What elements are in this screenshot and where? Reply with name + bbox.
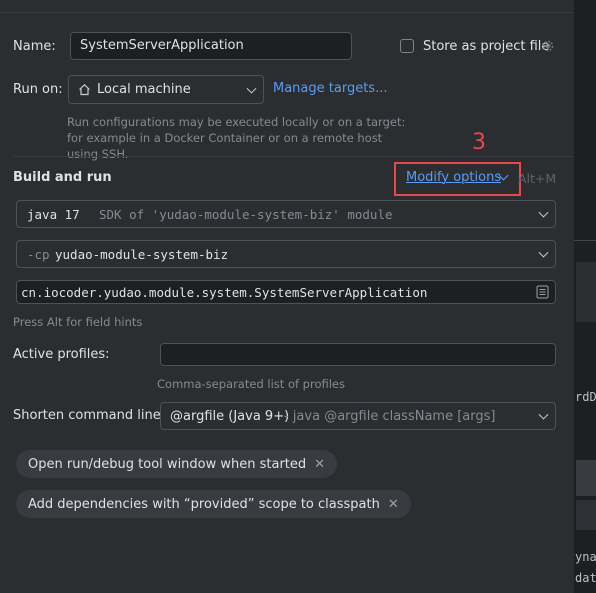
top-divider (0, 12, 574, 13)
chevron-down-icon (538, 207, 549, 218)
annotation-number: 3 (472, 130, 486, 155)
active-profiles-hint: Comma-separated list of profiles (157, 377, 345, 391)
chevron-down-icon (246, 83, 257, 94)
section-divider (13, 156, 574, 157)
chevron-down-icon (538, 247, 549, 258)
option-tag-label: Add dependencies with “provided” scope t… (28, 496, 380, 512)
strip-code-text: dat (575, 571, 596, 585)
store-as-project-label[interactable]: Store as project file (423, 39, 549, 54)
strip-code-text: rdD (575, 390, 596, 404)
jdk-description: SDK of 'yudao-module-system-biz' module (99, 207, 393, 222)
browse-icon[interactable] (536, 285, 549, 299)
run-on-value: Local machine (97, 82, 191, 97)
strip-code-text: yna (575, 550, 596, 564)
shorten-command-label: Shorten command line: (13, 408, 166, 423)
jdk-version: java 17 (27, 207, 80, 222)
store-as-project-checkbox[interactable] (400, 39, 414, 53)
close-icon[interactable]: ✕ (314, 457, 325, 472)
classpath-select[interactable]: -cp yudao-module-system-biz (16, 240, 556, 268)
active-profiles-label: Active profiles: (13, 347, 110, 362)
strip-block (576, 460, 596, 496)
strip-block (576, 262, 596, 322)
main-class-value: cn.iocoder.yudao.module.system.SystemSer… (21, 285, 428, 300)
option-tag[interactable]: Open run/debug tool window when started … (16, 450, 338, 478)
run-on-select[interactable]: Local machine (68, 75, 264, 104)
modify-options-button[interactable]: Modify options (406, 170, 501, 185)
home-icon (78, 83, 91, 96)
cp-module: yudao-module-system-biz (55, 247, 229, 262)
run-on-hint: Run configurations may be executed local… (67, 115, 406, 161)
manage-targets-link[interactable]: Manage targets... (273, 81, 387, 96)
strip-divider (574, 240, 596, 241)
gear-icon[interactable] (541, 39, 555, 53)
strip-block (576, 500, 596, 530)
option-tag[interactable]: Add dependencies with “provided” scope t… (16, 490, 411, 518)
name-label: Name: (13, 39, 56, 54)
jdk-select[interactable]: java 17 SDK of 'yudao-module-system-biz'… (16, 200, 556, 228)
modify-options-shortcut: Alt+M (518, 171, 557, 186)
name-input[interactable]: SystemServerApplication (70, 32, 352, 60)
option-tag-label: Open run/debug tool window when started (28, 456, 307, 472)
shorten-command-select[interactable]: @argfile (Java 9+) - java @argfile class… (160, 402, 556, 430)
chevron-down-icon (538, 409, 549, 420)
build-run-title: Build and run (13, 170, 112, 185)
field-hint: Press Alt for field hints (13, 315, 143, 329)
shorten-command-value: @argfile (Java 9+) (170, 409, 290, 424)
active-profiles-input[interactable] (160, 343, 556, 366)
shorten-command-desc: - java @argfile className [args] (284, 409, 496, 424)
run-on-label: Run on: (13, 82, 63, 97)
main-class-input[interactable]: cn.iocoder.yudao.module.system.SystemSer… (16, 280, 556, 304)
cp-flag: -cp (27, 247, 50, 262)
close-icon[interactable]: ✕ (388, 497, 399, 512)
